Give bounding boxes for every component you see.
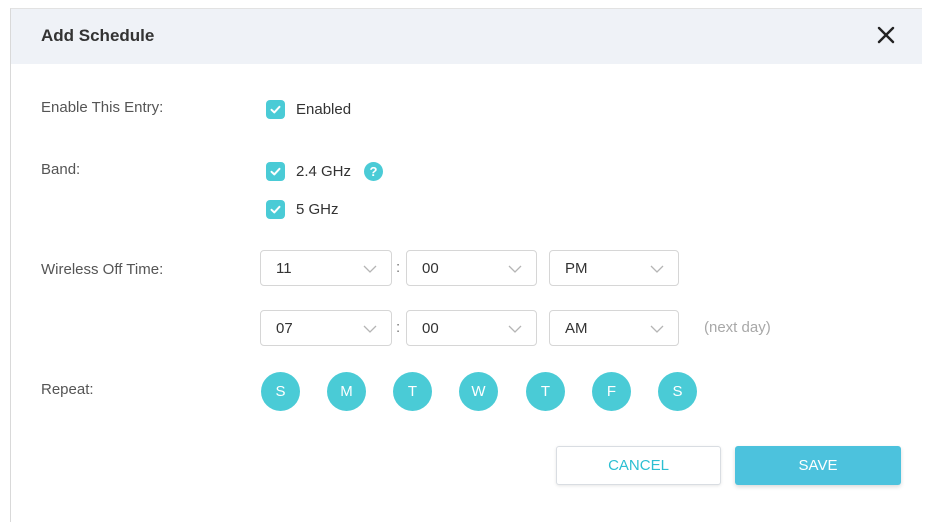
day-sunday[interactable]: S	[261, 372, 300, 411]
start-ampm-select[interactable]: PM	[549, 250, 679, 286]
band-5ghz-label: 5 GHz	[296, 200, 339, 218]
band-24ghz-row[interactable]: 2.4 GHz ?	[266, 161, 384, 181]
enabled-checkbox-label: Enabled	[296, 100, 352, 118]
close-icon[interactable]	[872, 21, 900, 49]
band-24ghz-label: 2.4 GHz	[296, 162, 352, 180]
chevron-down-icon	[650, 325, 664, 333]
time-separator: :	[396, 259, 401, 276]
start-minute-value: 00	[422, 260, 439, 277]
day-saturday[interactable]: S	[658, 372, 697, 411]
end-hour-select[interactable]: 07	[260, 310, 392, 346]
band-label: Band:	[41, 161, 81, 178]
end-minute-value: 00	[422, 320, 439, 337]
chevron-down-icon	[650, 265, 664, 273]
day-monday[interactable]: M	[327, 372, 366, 411]
check-icon	[270, 205, 281, 213]
time-separator: :	[396, 319, 401, 336]
repeat-label: Repeat:	[41, 381, 94, 398]
next-day-note: (next day)	[704, 319, 771, 336]
dialog-header: Add Schedule	[11, 9, 922, 64]
end-hour-value: 07	[276, 320, 293, 337]
check-icon	[270, 167, 281, 175]
dialog-title: Add Schedule	[41, 26, 155, 45]
wireless-off-time-label: Wireless Off Time:	[41, 261, 164, 278]
day-friday[interactable]: F	[592, 372, 631, 411]
day-thursday[interactable]: T	[526, 372, 565, 411]
chevron-down-icon	[363, 325, 377, 333]
enabled-checkbox[interactable]	[266, 99, 285, 119]
band-24ghz-checkbox[interactable]	[266, 161, 285, 181]
help-icon[interactable]: ?	[364, 161, 384, 181]
chevron-down-icon	[508, 265, 522, 273]
chevron-down-icon	[508, 325, 522, 333]
start-ampm-value: PM	[565, 260, 588, 277]
start-minute-select[interactable]: 00	[406, 250, 537, 286]
enable-entry-label: Enable This Entry:	[41, 99, 164, 116]
band-5ghz-row[interactable]: 5 GHz	[266, 199, 339, 219]
chevron-down-icon	[363, 265, 377, 273]
day-tuesday[interactable]: T	[393, 372, 432, 411]
day-wednesday[interactable]: W	[459, 372, 498, 411]
end-minute-select[interactable]: 00	[406, 310, 537, 346]
end-ampm-select[interactable]: AM	[549, 310, 679, 346]
add-schedule-dialog: Add Schedule Enable This Entry: Enabled …	[10, 8, 922, 522]
band-5ghz-checkbox[interactable]	[266, 199, 285, 219]
cancel-button[interactable]: CANCEL	[556, 446, 721, 485]
end-ampm-value: AM	[565, 320, 588, 337]
save-button[interactable]: SAVE	[735, 446, 901, 485]
start-hour-value: 11	[276, 260, 292, 277]
enabled-checkbox-row[interactable]: Enabled	[266, 99, 351, 119]
start-hour-select[interactable]: 11	[260, 250, 392, 286]
check-icon	[270, 105, 281, 113]
